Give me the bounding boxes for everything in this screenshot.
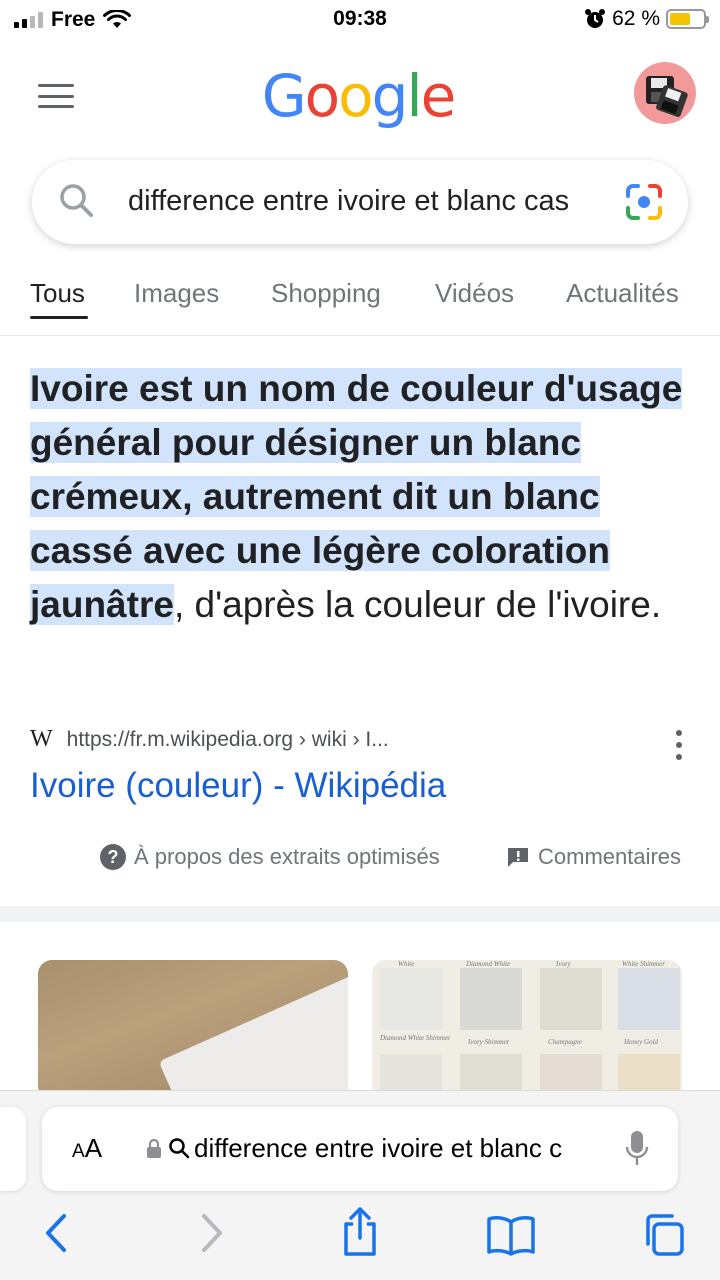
tab-videos[interactable]: Vidéos bbox=[435, 278, 514, 309]
swatch-label: Honey Gold bbox=[624, 1038, 659, 1046]
section-divider bbox=[0, 906, 720, 922]
paper-sample bbox=[158, 960, 348, 1100]
swatch-label: White Shimmer bbox=[622, 960, 665, 968]
previous-tab-peek[interactable] bbox=[0, 1107, 26, 1191]
forward-icon[interactable] bbox=[196, 1210, 226, 1256]
address-bar[interactable]: AA difference entre ivoire et blanc c bbox=[42, 1107, 678, 1191]
logo-letter: l bbox=[406, 62, 422, 130]
logo-letter: o bbox=[304, 62, 340, 130]
address-text[interactable]: difference entre ivoire et blanc c bbox=[194, 1133, 592, 1164]
comments-label: Commentaires bbox=[538, 844, 682, 869]
battery-percent: 62 % bbox=[612, 7, 660, 30]
google-lens-icon[interactable] bbox=[624, 182, 664, 222]
swatch bbox=[460, 968, 522, 1030]
tab-images[interactable]: Images bbox=[134, 278, 219, 309]
swatch bbox=[540, 968, 602, 1030]
search-box[interactable]: difference entre ivoire et blanc cas bbox=[32, 160, 688, 244]
battery-icon bbox=[666, 9, 709, 29]
feedback-icon bbox=[508, 848, 528, 867]
swatch-label: Diamond White Shimmer bbox=[380, 1034, 451, 1042]
result-title-link[interactable]: Ivoire (couleur) - Wikipédia bbox=[30, 766, 446, 806]
wikipedia-icon: W bbox=[30, 726, 53, 752]
more-options-icon[interactable] bbox=[674, 730, 684, 760]
floppy-disk-icon bbox=[646, 76, 688, 117]
swatch-label: White bbox=[398, 960, 415, 968]
snippet-rest: , d'après la couleur de l'ivoire. bbox=[173, 584, 662, 625]
tab-shopping[interactable]: Shopping bbox=[271, 278, 381, 309]
tab-actualites[interactable]: Actualités bbox=[566, 278, 679, 309]
share-icon[interactable] bbox=[340, 1206, 380, 1258]
search-icon bbox=[169, 1138, 190, 1159]
image-result-wood[interactable] bbox=[38, 960, 348, 1100]
status-bar: Free 09:38 62 % bbox=[0, 0, 720, 40]
lock-icon bbox=[147, 1138, 161, 1158]
back-icon[interactable] bbox=[40, 1210, 70, 1256]
logo-letter: o bbox=[338, 62, 373, 130]
battery-level bbox=[670, 13, 690, 25]
avatar[interactable] bbox=[634, 62, 696, 124]
tab-tous[interactable]: Tous bbox=[30, 278, 85, 309]
search-tabs: Tous Images Shopping Vidéos Actualités bbox=[0, 270, 720, 336]
swatch-label: Ivory bbox=[556, 960, 571, 968]
alarm-icon bbox=[585, 9, 606, 28]
comments-link[interactable]: Commentaires bbox=[506, 844, 681, 870]
active-tab-indicator bbox=[30, 316, 88, 319]
result-url[interactable]: https://fr.m.wikipedia.org › wiki › I... bbox=[67, 728, 389, 752]
reader-options-button[interactable]: AA bbox=[72, 1133, 102, 1164]
swatch-label: Ivory Shimmer bbox=[468, 1038, 510, 1046]
logo-letter: g bbox=[371, 62, 409, 130]
image-result-swatches[interactable]: White Diamond White Ivory White Shimmer … bbox=[372, 960, 682, 1100]
swatch bbox=[618, 968, 680, 1030]
about-snippets-link[interactable]: ? À propos des extraits optimisés bbox=[100, 844, 440, 870]
featured-snippet: Ivoire est un nom de couleur d'usage gén… bbox=[30, 362, 690, 632]
swatch-label: Diamond White bbox=[466, 960, 511, 968]
tabs-icon[interactable] bbox=[640, 1212, 686, 1258]
result-source[interactable]: W https://fr.m.wikipedia.org › wiki › I.… bbox=[30, 726, 389, 753]
logo-letter: G bbox=[261, 62, 307, 130]
logo-letter: e bbox=[420, 62, 457, 130]
feedback-row: ? À propos des extraits optimisés Commen… bbox=[0, 844, 720, 880]
about-snippets-label: À propos des extraits optimisés bbox=[134, 844, 440, 869]
microphone-icon[interactable] bbox=[624, 1129, 650, 1169]
swatch-label: Champagne bbox=[548, 1038, 582, 1046]
google-logo[interactable]: Google bbox=[0, 62, 716, 130]
help-icon: ? bbox=[100, 844, 126, 870]
status-right: 62 % bbox=[584, 7, 709, 31]
search-icon[interactable] bbox=[58, 182, 96, 220]
bookmarks-icon[interactable] bbox=[486, 1214, 536, 1256]
swatch bbox=[380, 968, 442, 1030]
search-input[interactable]: difference entre ivoire et blanc cas bbox=[128, 185, 606, 218]
